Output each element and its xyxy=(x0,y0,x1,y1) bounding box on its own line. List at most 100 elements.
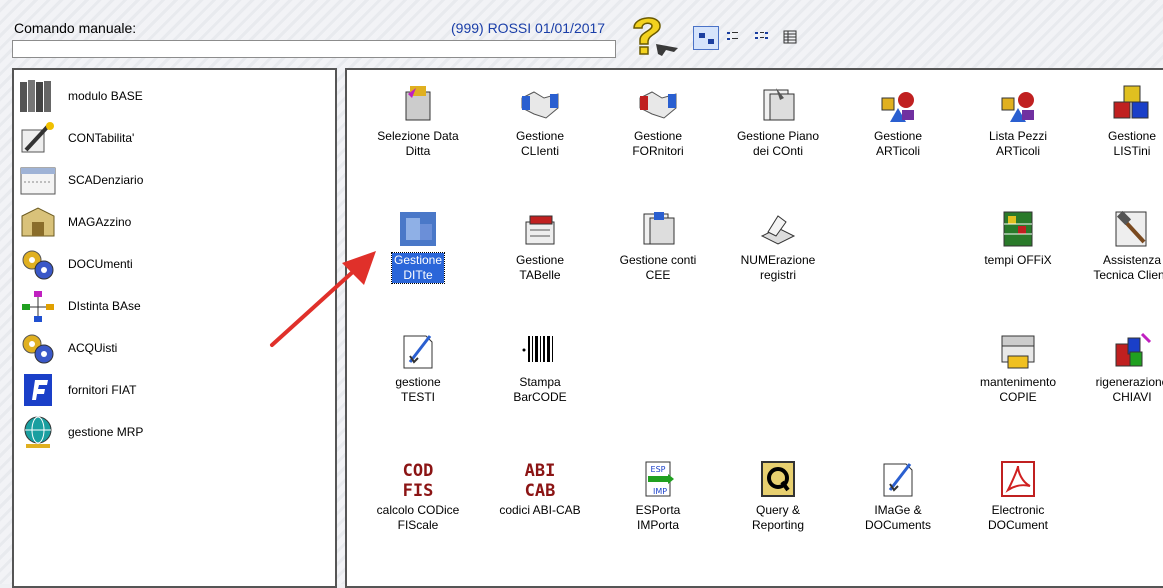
small-icons-icon xyxy=(727,32,738,40)
folders-icon xyxy=(763,88,795,121)
bill-of-materials-icon xyxy=(22,291,54,322)
abi-glyph: ABI xyxy=(525,461,556,481)
app-label: Gestione FORnitori xyxy=(632,129,684,158)
app-label: IMaGe & DOCuments xyxy=(864,503,932,532)
backup-printer-icon xyxy=(1001,335,1035,369)
command-label: Comando manuale: xyxy=(14,20,137,36)
app-numerazione-registri[interactable]: NUMErazione registri xyxy=(723,208,833,284)
shapes-icon xyxy=(881,92,914,122)
view-details-button[interactable] xyxy=(779,26,805,50)
imp-glyph: IMP xyxy=(653,487,667,496)
cod-fis-icon: COD FIS xyxy=(403,461,434,500)
export-import-icon: ESP IMP xyxy=(645,461,674,497)
sidebar-item-gestione-mrp[interactable]: gestione MRP xyxy=(18,412,318,452)
annotation-arrow-icon xyxy=(270,251,376,347)
command-input[interactable] xyxy=(12,40,616,58)
query-q-icon xyxy=(761,461,795,497)
sidebar-item-base[interactable]: modulo BASE xyxy=(18,76,318,116)
fis-glyph: FIS xyxy=(403,481,434,500)
hammer-icon xyxy=(1115,210,1147,247)
app-label: mantenimento COPIE xyxy=(979,375,1057,404)
app-gestione-articoli[interactable]: Gestione ARTicoli xyxy=(843,84,953,160)
app-image-documents[interactable]: IMaGe & DOCuments xyxy=(843,458,953,534)
app-label: Gestione conti CEE xyxy=(619,253,697,282)
view-large-icons-button[interactable] xyxy=(693,26,719,50)
app-label: gestione TESTI xyxy=(395,375,441,404)
app-esporta-importa[interactable]: ESP IMP ESPorta IMPorta xyxy=(603,458,713,534)
books-icon xyxy=(20,80,51,112)
app-gestione-listini[interactable]: Gestione LISTini xyxy=(1077,84,1163,160)
app-label: NUMErazione registri xyxy=(740,253,816,282)
help-question-icon[interactable] xyxy=(626,14,682,60)
app-electronic-document[interactable]: Electronic DOCument xyxy=(963,458,1073,534)
sidebar-item-contabilita[interactable]: CONTabilita' xyxy=(18,118,318,158)
view-small-icons-button[interactable] xyxy=(722,26,748,50)
app-label: Lista Pezzi ARTicoli xyxy=(988,129,1048,158)
calendar-icon xyxy=(20,167,56,195)
esp-glyph: ESP xyxy=(651,465,666,474)
shapes-list-icon xyxy=(1001,92,1034,122)
timesheet-icon xyxy=(1003,211,1033,247)
sidebar-item-label: MAGAzzino xyxy=(68,215,132,229)
app-selezione-data-ditta[interactable]: Selezione Data Ditta xyxy=(363,84,473,160)
app-label: ESPorta IMPorta xyxy=(635,503,681,532)
color-blocks-icon xyxy=(1113,85,1149,119)
app-label: codici ABI-CAB xyxy=(499,503,581,517)
app-label: Gestione DITte xyxy=(390,252,446,284)
sidebar-item-label: DIstinta BAse xyxy=(68,299,141,313)
app-label: Gestione CLIenti xyxy=(515,129,565,158)
app-label: Gestione ARTicoli xyxy=(873,129,923,158)
globe-mrp-icon xyxy=(24,416,52,448)
sidebar-item-fornitori-fiat[interactable]: fornitori FIAT xyxy=(18,370,318,410)
list-view-icon xyxy=(755,32,768,39)
app-label: Gestione Piano dei COnti xyxy=(736,129,820,158)
program-icons-panel: Selezione Data Ditta Gestione CLIenti Ge… xyxy=(345,68,1163,588)
sidebar-item-label: DOCUmenti xyxy=(68,257,133,271)
app-label: Gestione TABelle xyxy=(515,253,565,282)
app-query-reporting[interactable]: Query & Reporting xyxy=(723,458,833,534)
app-gestione-conti-cee[interactable]: Gestione conti CEE xyxy=(603,208,713,284)
warehouse-box-icon xyxy=(21,207,55,237)
purchases-gears-icon xyxy=(22,334,54,364)
app-label: Stampa BarCODE xyxy=(513,375,567,404)
company-icon xyxy=(400,212,436,246)
app-label: Query & Reporting xyxy=(751,503,805,532)
sidebar-item-label: CONTabilita' xyxy=(68,131,135,145)
cee-folders-icon xyxy=(643,212,675,245)
app-label: tempi OFFiX xyxy=(984,253,1052,267)
register-icon xyxy=(760,215,796,245)
sidebar-item-magazzino[interactable]: MAGAzzino xyxy=(18,202,318,242)
handshake-red-icon xyxy=(639,91,677,119)
app-tempi-offix[interactable]: tempi OFFiX xyxy=(963,208,1073,269)
sidebar-item-scadenziario[interactable]: SCADenziario xyxy=(18,160,318,200)
app-codici-abi-cab[interactable]: ABI CAB codici ABI-CAB xyxy=(485,458,595,519)
sidebar-item-label: fornitori FIAT xyxy=(68,383,137,397)
app-gestione-piano-conti[interactable]: Gestione Piano dei COnti xyxy=(723,84,833,160)
app-calcolo-codice-fiscale[interactable]: COD FIS calcolo CODice FIScale xyxy=(363,458,473,534)
cod-glyph: COD xyxy=(403,461,434,481)
sidebar-item-label: modulo BASE xyxy=(68,89,143,103)
keys-blocks-icon xyxy=(1115,332,1152,367)
pdf-icon xyxy=(1001,461,1035,497)
app-label: calcolo CODice FIScale xyxy=(376,503,460,532)
app-stampa-barcode[interactable]: Stampa BarCODE xyxy=(485,330,595,406)
calendar-select-icon xyxy=(405,86,431,121)
barcode-icon xyxy=(522,336,553,362)
handshake-blue-icon xyxy=(521,91,559,119)
pen-ledger-icon xyxy=(21,122,54,153)
view-list-button[interactable] xyxy=(750,26,776,50)
documents-gears-icon xyxy=(22,250,54,280)
app-lista-pezzi-articoli[interactable]: Lista Pezzi ARTicoli xyxy=(963,84,1073,160)
app-mantenimento-copie[interactable]: mantenimento COPIE xyxy=(963,330,1073,406)
app-label: Assistenza Tecnica Clienti xyxy=(1093,253,1163,282)
app-gestione-fornitori[interactable]: Gestione FORnitori xyxy=(603,84,713,160)
sidebar-item-label: ACQUisti xyxy=(68,341,118,355)
app-rigenerazione-chiavi[interactable]: rigenerazione CHIAVI xyxy=(1077,330,1163,406)
text-edit-icon xyxy=(403,335,433,369)
large-icons-icon xyxy=(699,33,714,44)
sidebar-item-label: gestione MRP xyxy=(68,425,144,439)
app-gestione-clienti[interactable]: Gestione CLIenti xyxy=(485,84,595,160)
app-assistenza-tecnica[interactable]: Assistenza Tecnica Clienti xyxy=(1077,208,1163,284)
app-gestione-tabelle[interactable]: Gestione TABelle xyxy=(485,208,595,284)
sidebar-item-label: SCADenziario xyxy=(68,173,144,187)
